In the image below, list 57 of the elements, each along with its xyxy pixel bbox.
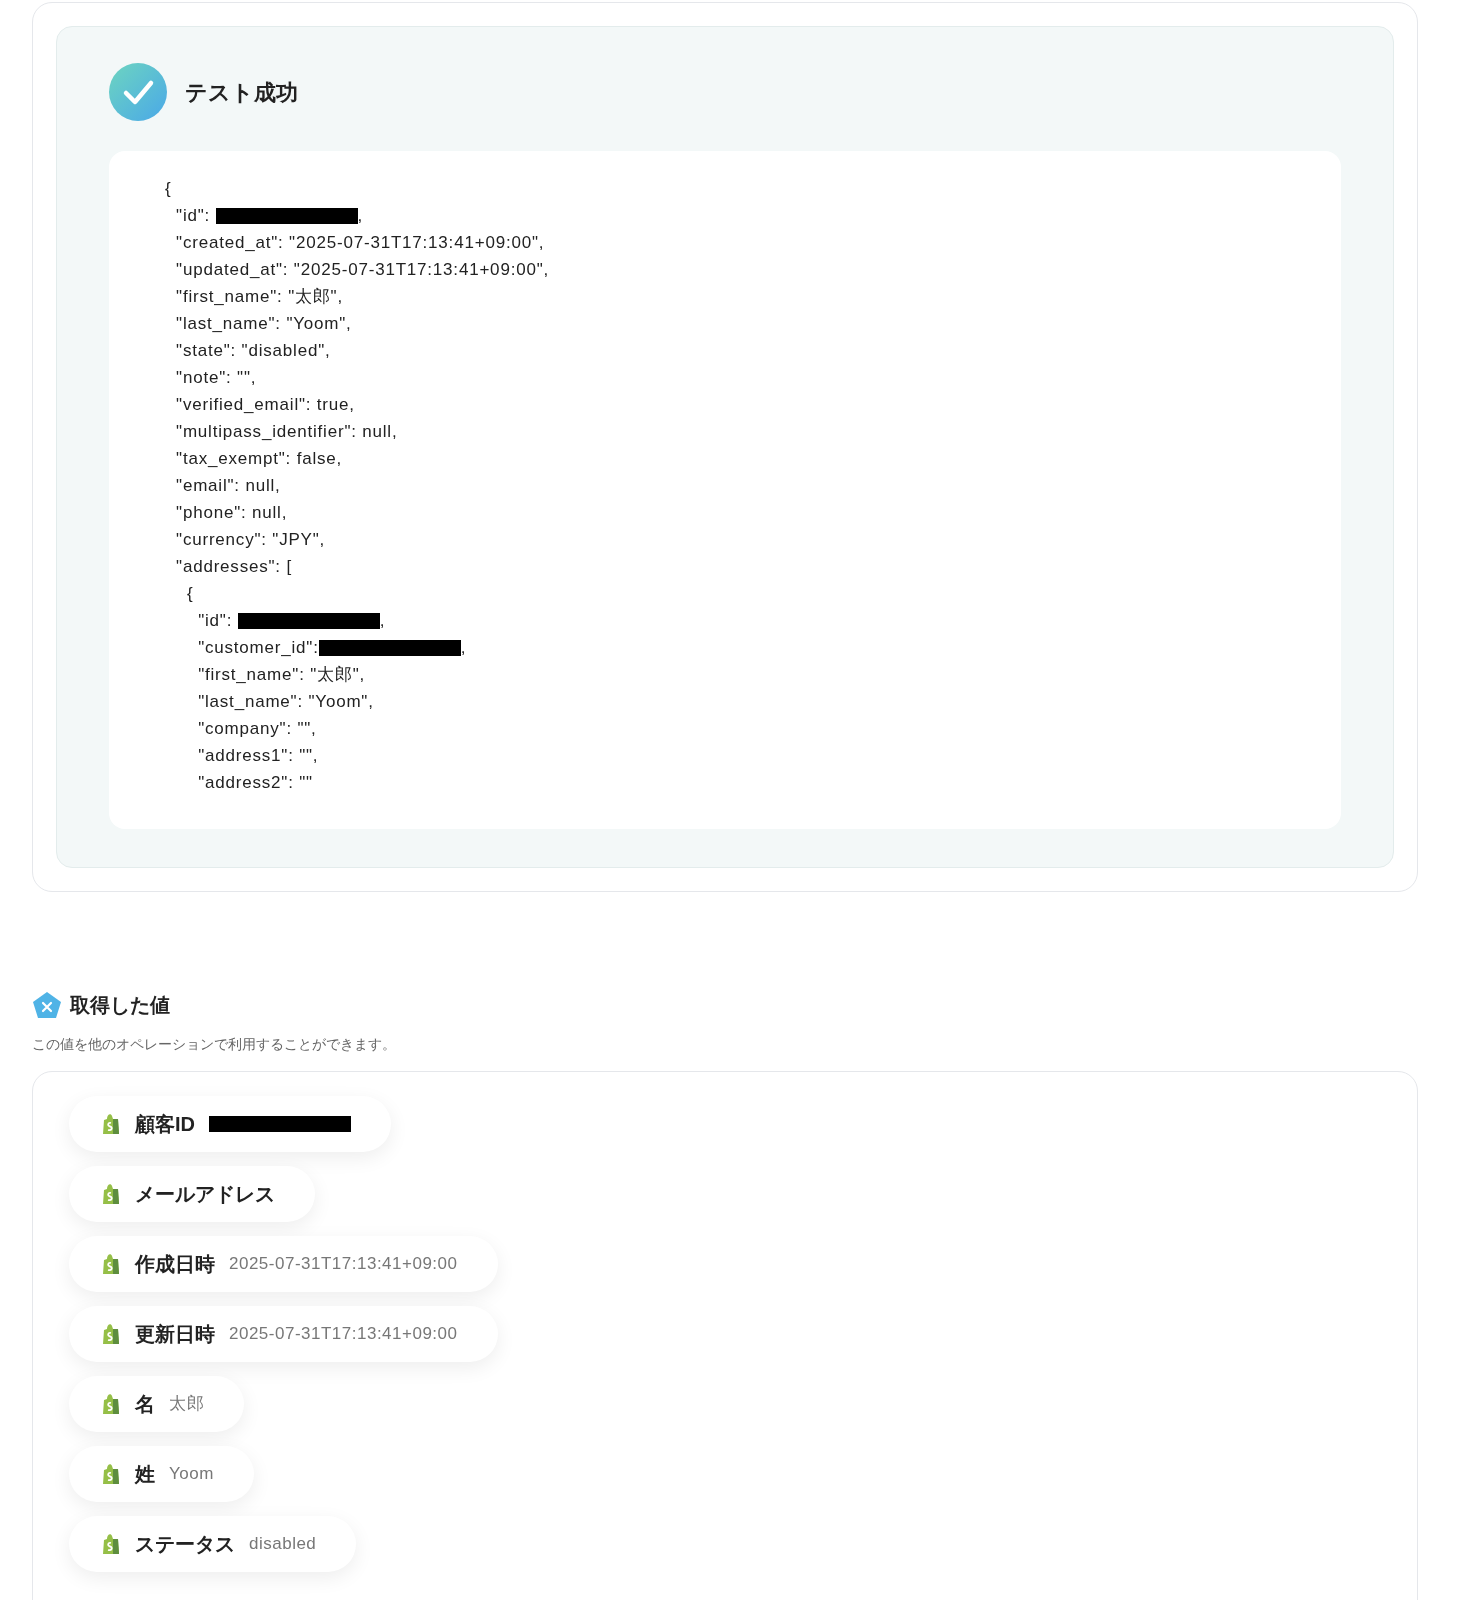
value-chip[interactable]: 作成日時 2025-07-31T17:13:41+09:00 (69, 1236, 498, 1292)
shopping-bag-icon (101, 1323, 121, 1345)
code-line: { (186, 582, 194, 605)
code-line: "updated_at": "2025-07-31T17:13:41+09:00", (175, 258, 550, 281)
value-chip[interactable]: 姓 Yoom (69, 1446, 254, 1502)
code-line: "email": null, (175, 474, 281, 497)
section-title: 取得した値 (70, 993, 170, 1018)
chip-label: 姓 (135, 1462, 155, 1487)
code-line: "currency": "JPY", (175, 528, 326, 551)
chip-value: 2025-07-31T17:13:41+09:00 (229, 1323, 458, 1346)
value-chip[interactable]: メールアドレス (69, 1166, 315, 1222)
chip-label: 名 (135, 1392, 155, 1417)
value-chip[interactable]: 顧客ID (69, 1096, 391, 1152)
chip-label: メールアドレス (135, 1182, 275, 1207)
chip-value: 太郎 (169, 1393, 204, 1416)
code-line: "phone": null, (175, 501, 288, 524)
code-line: "first_name": "太郎", (197, 663, 365, 686)
code-line: , (357, 204, 363, 227)
code-line: "tax_exempt": false, (175, 447, 343, 470)
section-description: この値を他のオペレーションで利用することができます。 (32, 1035, 397, 1054)
shopping-bag-icon (101, 1533, 121, 1555)
code-line: "multipass_identifier": null, (175, 420, 398, 443)
chip-label: 更新日時 (135, 1322, 215, 1347)
value-chip[interactable]: 名 太郎 (69, 1376, 244, 1432)
code-line: "customer_id": (197, 636, 319, 659)
code-line: "created_at": "2025-07-31T17:13:41+09:00", (175, 231, 545, 254)
shopping-bag-icon (101, 1393, 121, 1415)
code-line: , (379, 609, 385, 632)
shopping-bag-icon (101, 1253, 121, 1275)
code-line: { (165, 177, 172, 200)
code-line: "state": "disabled", (175, 339, 331, 362)
code-line: "addresses": [ (175, 555, 292, 578)
value-chip[interactable]: 更新日時 2025-07-31T17:13:41+09:00 (69, 1306, 498, 1362)
code-line: "company": "", (197, 717, 317, 740)
chip-value: Yoom (169, 1463, 214, 1486)
value-chip[interactable]: ステータス disabled (69, 1516, 357, 1572)
code-line: "id": (175, 204, 212, 227)
code-line: , (460, 636, 466, 659)
code-line: "id": (197, 609, 234, 632)
shopping-bag-icon (101, 1183, 121, 1205)
result-title: テスト成功 (185, 78, 298, 107)
code-line: "verified_email": true, (175, 393, 355, 416)
chip-value: 2025-07-31T17:13:41+09:00 (229, 1253, 458, 1276)
chip-label: 顧客ID (135, 1112, 195, 1137)
code-line: "address2": "" (197, 771, 313, 794)
code-line: "last_name": "Yoom", (175, 312, 352, 335)
code-line: "address1": "", (197, 744, 319, 767)
shopping-bag-icon (101, 1463, 121, 1485)
chip-label: 作成日時 (135, 1252, 215, 1277)
chip-label: ステータス (135, 1532, 235, 1557)
check-icon (109, 63, 167, 121)
code-line: "note": "", (175, 366, 257, 389)
code-line: "first_name": "太郎", (175, 285, 343, 308)
variable-icon (32, 991, 62, 1019)
chip-value: disabled (249, 1533, 317, 1556)
shopping-bag-icon (101, 1113, 121, 1135)
code-line: "last_name": "Yoom", (197, 690, 374, 713)
